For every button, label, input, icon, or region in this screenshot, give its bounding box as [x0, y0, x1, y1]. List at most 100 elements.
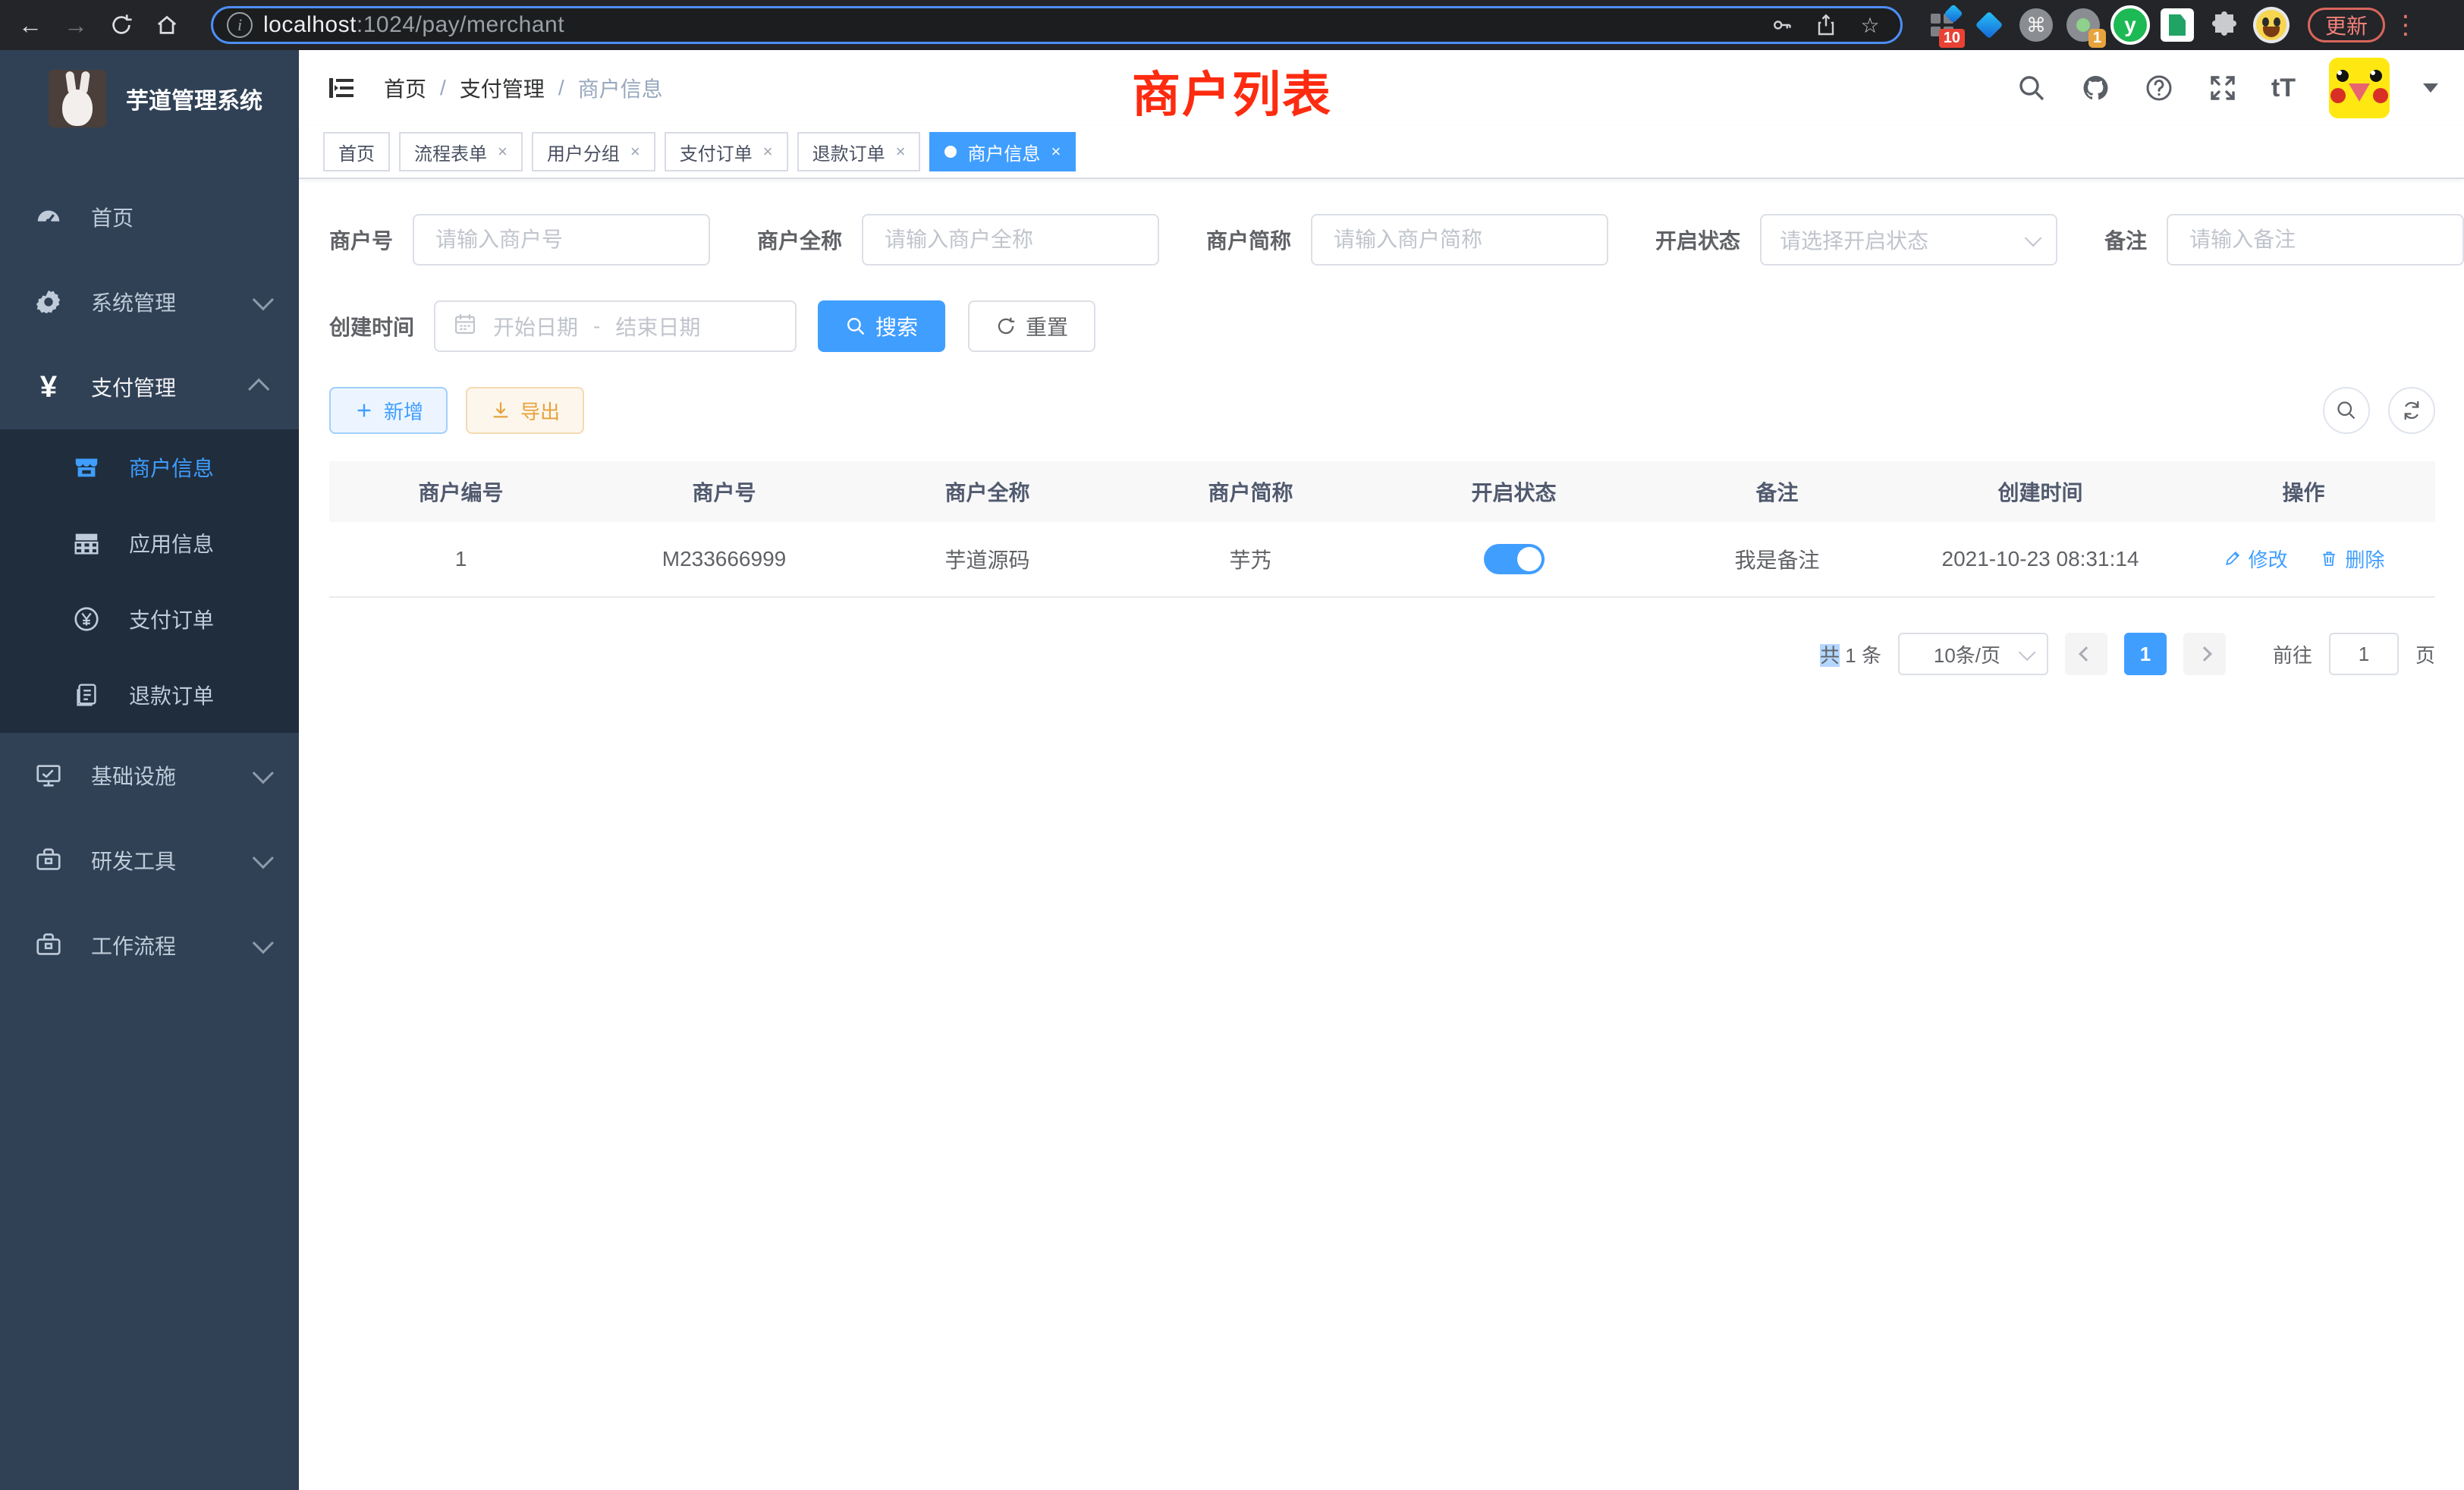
add-button[interactable]: 新增 — [329, 387, 448, 434]
short-name-input[interactable] — [1311, 214, 1608, 266]
delete-link[interactable]: 删除 — [2319, 545, 2384, 573]
cell-create-time: 2021-10-23 08:31:14 — [1909, 547, 2172, 571]
extension-session-icon[interactable]: 1 — [2063, 5, 2103, 45]
tab-label: 用户分组 — [547, 139, 620, 165]
breadcrumb-current: 商户信息 — [578, 73, 663, 103]
reset-button[interactable]: 重置 — [968, 300, 1095, 352]
sidebar-item-devtools[interactable]: 研发工具 — [0, 818, 299, 903]
edit-link[interactable]: 修改 — [2223, 545, 2288, 573]
sidebar-collapse-icon[interactable] — [325, 71, 358, 105]
breadcrumb-pay[interactable]: 支付管理 — [460, 73, 545, 103]
column-header: 备注 — [1645, 476, 1909, 507]
close-icon[interactable]: × — [763, 142, 773, 162]
tab-pay-order[interactable]: 支付订单 × — [665, 132, 788, 171]
sidebar-item-workflow[interactable]: 工作流程 — [0, 903, 299, 988]
url-bar[interactable]: i localhost:1024/pay/merchant ☆ — [211, 6, 1903, 44]
tab-user-group[interactable]: 用户分组 × — [532, 132, 655, 171]
tab-process-form[interactable]: 流程表单 × — [399, 132, 523, 171]
sidebar-item-label: 应用信息 — [129, 528, 269, 558]
page-size-select[interactable]: 10条/页 — [1898, 633, 2048, 675]
browser-reload-icon[interactable] — [102, 8, 141, 42]
tab-refund-order[interactable]: 退款订单 × — [797, 132, 921, 171]
filter-row-2: 创建时间 开始日期 - 结束日期 — [329, 300, 2435, 352]
browser-menu-icon[interactable]: ⋮ — [2393, 12, 2415, 38]
browser-profile-avatar[interactable] — [2252, 5, 2291, 45]
app-title: 芋道管理系统 — [126, 82, 262, 115]
extension-pin-icon[interactable]: 10 — [1922, 5, 1962, 45]
cell-status — [1382, 544, 1645, 574]
refresh-icon[interactable] — [2388, 387, 2435, 434]
sidebar-item-system[interactable]: 系统管理 — [0, 259, 299, 344]
breadcrumb-home[interactable]: 首页 — [384, 73, 426, 103]
filter-short-name: 商户简称 — [1206, 214, 1608, 266]
sidebar-item-infra[interactable]: 基础设施 — [0, 733, 299, 818]
browser-home-icon[interactable] — [147, 8, 187, 42]
edit-label: 修改 — [2249, 545, 2288, 573]
sidebar-item-refund-order[interactable]: 退款订单 — [0, 657, 299, 733]
sidebar-item-app-info[interactable]: 应用信息 — [0, 505, 299, 581]
sidebar-item-label: 基础设施 — [91, 760, 228, 791]
chevron-down-icon — [253, 932, 274, 954]
fontsize-icon[interactable]: tT — [2271, 74, 2296, 103]
browser-forward-icon[interactable]: → — [56, 8, 96, 42]
site-info-icon[interactable]: i — [227, 12, 253, 38]
merchant-no-input[interactable] — [413, 214, 710, 266]
column-header: 商户简称 — [1119, 476, 1382, 507]
sidebar-item-dashboard[interactable]: 首页 — [0, 174, 299, 259]
breadcrumb: 首页 / 支付管理 / 商户信息 — [384, 73, 663, 103]
page-number-1[interactable]: 1 — [2124, 633, 2167, 675]
extension-gem-icon[interactable] — [1969, 5, 2009, 45]
url-text[interactable]: localhost:1024/pay/merchant — [263, 12, 1755, 38]
search-icon[interactable] — [2016, 73, 2047, 103]
pagination: 共 1 条 10条/页 1 前往 页 — [329, 633, 2435, 675]
create-time-range-picker[interactable]: 开始日期 - 结束日期 — [434, 300, 797, 352]
extension-y-icon[interactable]: y — [2110, 5, 2150, 45]
goto-page-input[interactable] — [2329, 633, 2399, 675]
next-page-button[interactable] — [2183, 633, 2226, 675]
cell-short-name: 芋艿 — [1119, 544, 1382, 574]
browser-back-icon[interactable]: ← — [11, 8, 50, 42]
help-icon[interactable] — [2144, 73, 2174, 103]
extension-cmd-icon[interactable]: ⌘ — [2016, 5, 2056, 45]
page-content: 商户号 商户全称 商户简称 开启状态 请选择开启状态 — [299, 179, 2464, 675]
chevron-down-icon — [2025, 230, 2042, 247]
close-icon[interactable]: × — [1051, 142, 1061, 162]
url-host: localhost — [263, 12, 357, 37]
full-name-input[interactable] — [862, 214, 1159, 266]
remark-input[interactable] — [2167, 214, 2464, 266]
close-icon[interactable]: × — [498, 142, 508, 162]
user-avatar[interactable] — [2329, 58, 2390, 118]
sidebar-item-pay-order[interactable]: 支付订单 — [0, 581, 299, 657]
password-key-icon[interactable] — [1765, 14, 1799, 36]
sidebar-menu: 首页 系统管理 ¥ 支付管理 — [0, 174, 299, 988]
cell-full-name: 芋道源码 — [856, 544, 1119, 574]
bookmark-star-icon[interactable]: ☆ — [1853, 13, 1887, 38]
chevron-up-icon — [248, 379, 269, 400]
export-button[interactable]: 导出 — [466, 387, 584, 434]
browser-update-button[interactable]: 更新 — [2308, 8, 2385, 42]
status-toggle[interactable] — [1484, 544, 1545, 574]
tab-home[interactable]: 首页 — [323, 132, 390, 171]
sidebar-item-label: 商户信息 — [129, 452, 269, 483]
search-button[interactable]: 搜索 — [818, 300, 945, 352]
close-icon[interactable]: × — [630, 142, 640, 162]
fullscreen-icon[interactable] — [2208, 73, 2238, 103]
total-rest: 1 条 — [1840, 644, 1881, 667]
prev-page-button[interactable] — [2065, 633, 2107, 675]
sidebar-item-pay[interactable]: ¥ 支付管理 — [0, 344, 299, 429]
sidebar-item-merchant-info[interactable]: 商户信息 — [0, 429, 299, 505]
column-header: 创建时间 — [1909, 476, 2172, 507]
browser-chrome: ← → i localhost:1024/pay/merchant — [0, 0, 2464, 50]
tab-merchant-info[interactable]: 商户信息 × — [929, 132, 1076, 171]
app-header: 首页 / 支付管理 / 商户信息 — [299, 50, 2464, 126]
sidebar-logo[interactable]: 芋道管理系统 — [0, 50, 299, 147]
close-icon[interactable]: × — [896, 142, 906, 162]
extensions-puzzle-icon[interactable] — [2205, 5, 2244, 45]
user-caret-icon[interactable] — [2423, 83, 2438, 93]
filter-label: 开启状态 — [1655, 225, 1740, 255]
status-select[interactable]: 请选择开启状态 — [1760, 214, 2057, 266]
extension-doc-icon[interactable] — [2158, 5, 2197, 45]
share-icon[interactable] — [1809, 14, 1843, 36]
github-icon[interactable] — [2080, 73, 2110, 103]
toggle-search-icon[interactable] — [2323, 387, 2370, 434]
